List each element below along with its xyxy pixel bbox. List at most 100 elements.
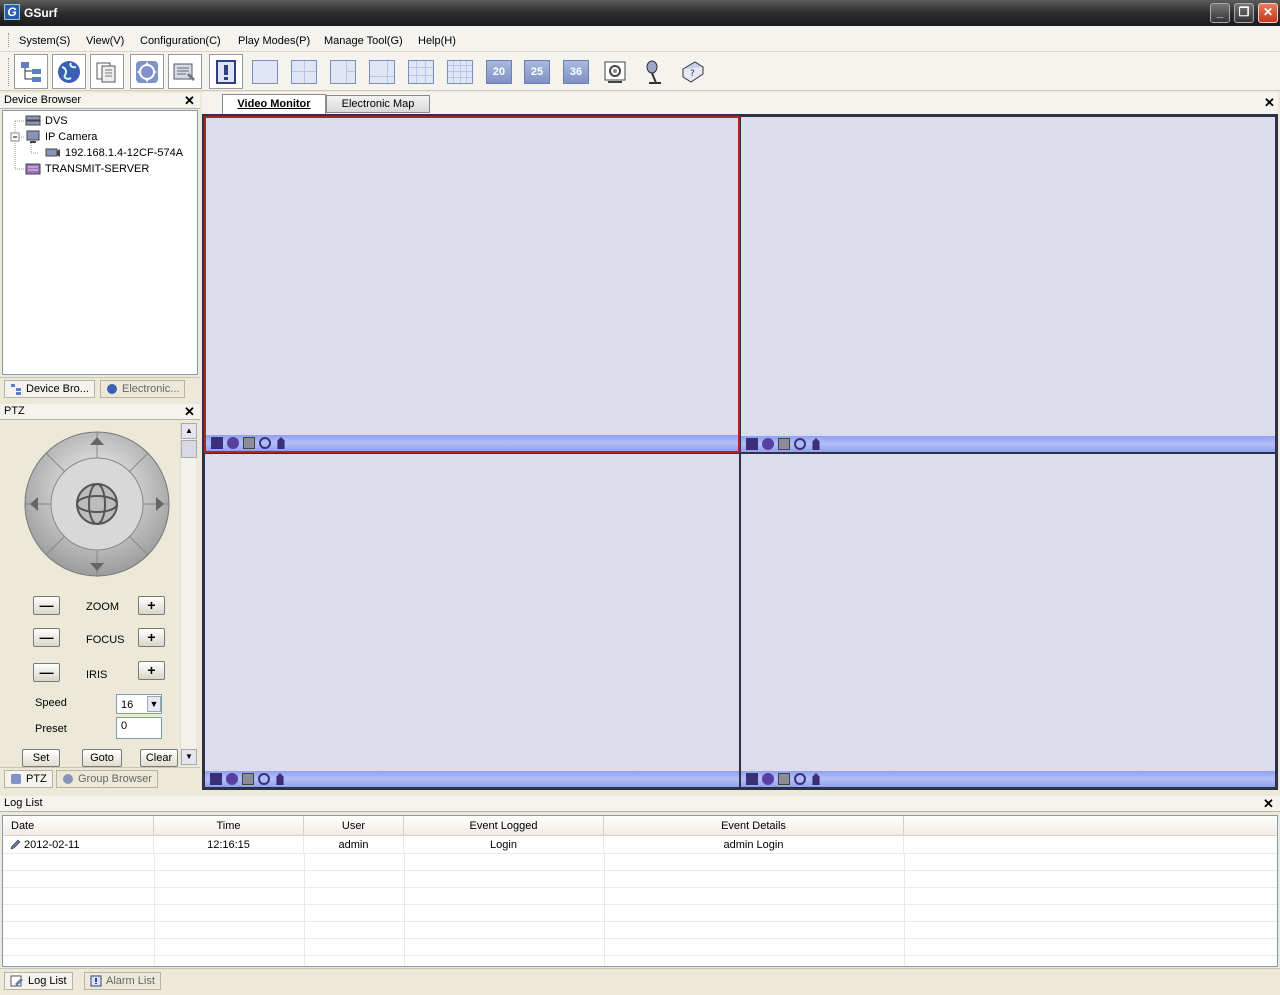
ptz-scrollbar[interactable]: ▲ ▼ [180, 423, 197, 765]
layout-16-button[interactable] [443, 54, 477, 89]
menu-help[interactable]: Help(H) [418, 35, 456, 47]
tree-item-transmit-server[interactable]: TRANSMIT-SERVER [25, 162, 149, 176]
speed-select[interactable]: 16 ▼ [116, 694, 162, 714]
menu-manage-tool[interactable]: Manage Tool(G) [324, 35, 403, 47]
snapshot-icon[interactable] [243, 437, 255, 449]
scroll-thumb[interactable] [181, 440, 197, 458]
talk-icon[interactable] [277, 437, 285, 449]
menu-view[interactable]: View(V) [86, 35, 124, 47]
record-dot-icon[interactable] [762, 438, 774, 450]
log-close-icon[interactable]: ✕ [1263, 796, 1274, 811]
column-header-date[interactable]: Date [3, 816, 154, 836]
column-header-event[interactable]: Event Logged [404, 816, 604, 836]
help-button[interactable]: ? [676, 54, 710, 89]
video-close-icon[interactable]: ✕ [1264, 95, 1275, 111]
preset-set-button[interactable]: Set [22, 749, 60, 767]
col-divider [604, 854, 605, 966]
stop-icon[interactable] [211, 437, 223, 449]
layout-6-button[interactable] [326, 54, 360, 89]
video-cell-3[interactable] [204, 453, 740, 788]
device-tree-button[interactable] [14, 54, 48, 89]
record-dot-icon[interactable] [226, 773, 238, 785]
tree-item-camera-node[interactable]: 192.168.1.4-12CF-574A [45, 146, 183, 160]
video-cell-2[interactable] [740, 116, 1276, 453]
iris-open-button[interactable]: + [138, 661, 165, 680]
tab-video-monitor[interactable]: Video Monitor [222, 94, 326, 114]
record-dot-icon[interactable] [762, 773, 774, 785]
close-button[interactable]: ✕ [1258, 3, 1278, 23]
col-divider [904, 854, 905, 966]
video-cell-1[interactable] [204, 116, 740, 453]
column-header-time[interactable]: Time [154, 816, 304, 836]
layout-1-icon [252, 59, 278, 84]
column-header-details[interactable]: Event Details [604, 816, 904, 836]
record-button[interactable] [598, 54, 632, 89]
menu-system[interactable]: System(S) [19, 35, 70, 47]
layout-20-button[interactable]: 20 [482, 54, 516, 89]
video-grid [202, 114, 1278, 790]
device-browser-close-icon[interactable]: ✕ [184, 93, 195, 108]
audio-icon[interactable] [794, 773, 806, 785]
tab-electronic-map-view[interactable]: Electronic Map [326, 95, 430, 113]
audio-icon[interactable] [259, 437, 271, 449]
ptz-direction-pad[interactable] [22, 431, 174, 579]
tab-alarm-list[interactable]: Alarm List [84, 972, 161, 990]
talk-icon[interactable] [276, 773, 284, 785]
layout-1-button[interactable] [248, 54, 282, 89]
tab-log-list[interactable]: Log List [4, 972, 73, 990]
talk-button[interactable] [637, 54, 671, 89]
talk-icon[interactable] [812, 438, 820, 450]
chevron-down-icon[interactable]: ▼ [147, 696, 161, 712]
snapshot-icon[interactable] [242, 773, 254, 785]
stop-icon[interactable] [210, 773, 222, 785]
stop-icon[interactable] [746, 773, 758, 785]
menu-play-modes[interactable]: Play Modes(P) [238, 35, 310, 47]
tab-electronic-map[interactable]: Electronic... [100, 380, 186, 398]
tree-item-ip-camera[interactable]: IP Camera [25, 130, 97, 144]
iris-close-button[interactable]: — [33, 663, 60, 682]
playback-button[interactable] [90, 54, 124, 89]
scroll-down-icon[interactable]: ▼ [181, 749, 197, 765]
tab-ptz[interactable]: PTZ [4, 770, 53, 788]
snapshot-icon[interactable] [778, 773, 790, 785]
focus-near-button[interactable]: — [33, 628, 60, 647]
electronic-map-button[interactable] [52, 54, 86, 89]
alarm-button[interactable] [209, 54, 243, 89]
tab-electronic-map-label: Electronic... [122, 383, 180, 395]
audio-icon[interactable] [258, 773, 270, 785]
configuration-button[interactable] [168, 54, 202, 89]
layout-9-button[interactable] [404, 54, 438, 89]
ptz-control-button[interactable] [130, 54, 164, 89]
column-header-user[interactable]: User [304, 816, 404, 836]
device-tree-small-icon [11, 384, 21, 395]
tab-device-browser[interactable]: Device Bro... [4, 380, 95, 398]
scroll-up-icon[interactable]: ▲ [181, 423, 197, 439]
log-list-title: Log List [4, 797, 43, 809]
row-filler [904, 837, 1277, 854]
zoom-in-button[interactable]: + [138, 596, 165, 615]
tree-item-dvs[interactable]: DVS [25, 114, 68, 128]
restore-button[interactable]: ❐ [1234, 3, 1254, 23]
audio-icon[interactable] [794, 438, 806, 450]
video-cell-toolbar [741, 436, 1275, 452]
stop-icon[interactable] [746, 438, 758, 450]
minimize-button[interactable]: _ [1210, 3, 1230, 23]
ptz-close-icon[interactable]: ✕ [184, 404, 195, 419]
layout-36-button[interactable]: 36 [559, 54, 593, 89]
layout-25-button[interactable]: 25 [520, 54, 554, 89]
tab-group-browser[interactable]: Group Browser [56, 770, 158, 788]
snapshot-icon[interactable] [778, 438, 790, 450]
layout-8-button[interactable] [365, 54, 399, 89]
talk-icon[interactable] [812, 773, 820, 785]
preset-input[interactable]: 0 [116, 717, 162, 739]
focus-far-button[interactable]: + [138, 628, 165, 647]
preset-clear-button[interactable]: Clear [140, 749, 178, 767]
menu-configuration[interactable]: Configuration(C) [140, 35, 221, 47]
zoom-out-button[interactable]: — [33, 596, 60, 615]
window-title: GSurf [24, 6, 58, 20]
row-date: 2012-02-11 [24, 838, 80, 851]
record-dot-icon[interactable] [227, 437, 239, 449]
video-cell-4[interactable] [740, 453, 1276, 788]
layout-4-button[interactable] [287, 54, 321, 89]
preset-goto-button[interactable]: Goto [82, 749, 122, 767]
